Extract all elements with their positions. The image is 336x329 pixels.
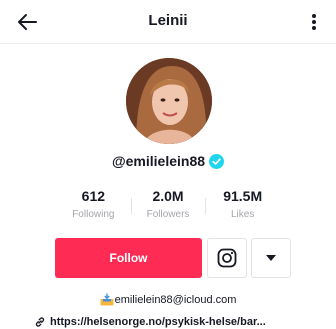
following-count: 612 [81,188,106,204]
caret-down-icon [266,255,276,261]
likes-count: 91.5M [223,188,263,204]
followers-count: 2.0M [152,188,184,204]
bio-link[interactable]: https://helsenorge.no/psykisk-helse/bar.… [34,316,334,328]
instagram-icon [217,248,237,268]
following-label: Following [72,209,115,220]
likes-label: Likes [231,209,255,220]
bio-email: emilielein88@icloud.com [0,293,336,306]
verified-badge-icon [209,153,225,169]
stat-followers[interactable]: 2.0M Followers [130,188,206,224]
follow-button[interactable]: Follow [55,238,202,278]
profile-stats: 612 Following 2.0M Followers 91.5M Likes [56,188,280,224]
followers-label: Followers [146,209,190,220]
link-icon [35,317,45,327]
handle-row: @emilielein88 [0,153,336,169]
stat-following[interactable]: 612 Following [56,188,131,224]
more-vertical-icon[interactable] [302,8,326,36]
link-text[interactable]: https://helsenorge.no/psykisk-helse/bar.… [50,316,266,328]
avatar-photo [126,58,212,144]
avatar[interactable] [126,58,212,144]
inbox-tray-icon [100,293,114,306]
more-options-dropdown[interactable] [251,238,291,278]
email-text: emilielein88@icloud.com [114,293,237,306]
instagram-button[interactable] [207,238,247,278]
username-handle: @emilielein88 [111,153,206,169]
top-bar: Leinii [0,0,336,44]
stat-likes: 91.5M Likes [205,188,280,224]
page-title: Leinii [148,12,188,29]
